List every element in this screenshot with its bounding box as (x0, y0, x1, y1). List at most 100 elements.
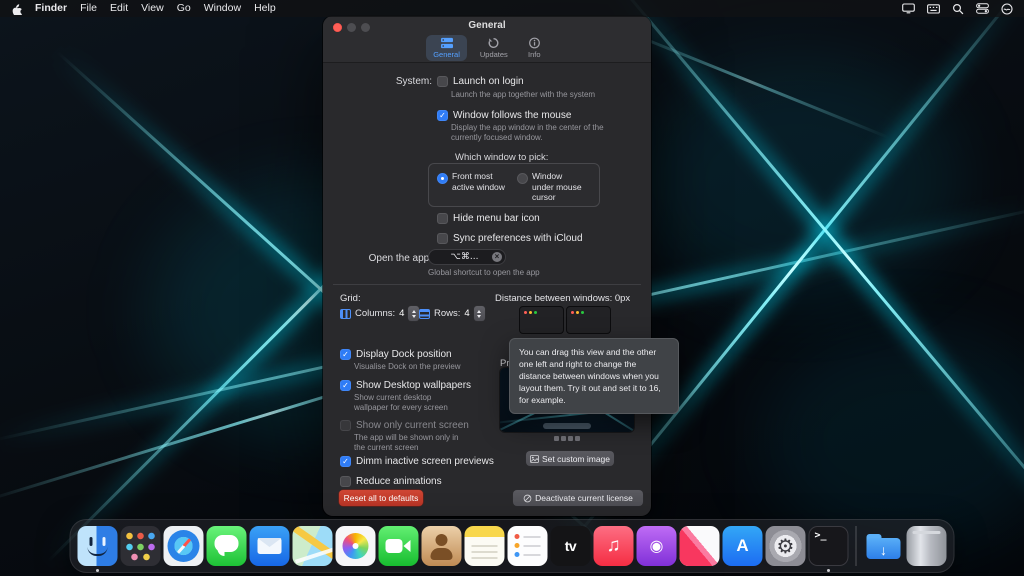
grid-label: Grid: (340, 293, 361, 304)
tab-info[interactable]: Info (521, 35, 548, 61)
launch-on-login-label: Launch on login (453, 76, 524, 87)
rows-stepper[interactable] (473, 306, 485, 321)
keyboard-menu-extra[interactable] (927, 3, 940, 14)
apple-menu[interactable] (11, 2, 22, 15)
dock-icon-facetime[interactable] (378, 526, 419, 566)
preview-dock (543, 423, 591, 429)
dimm-inactive-checkbox[interactable] (340, 456, 351, 467)
dock-icon-safari[interactable] (163, 526, 204, 566)
columns-label: Columns: (355, 308, 396, 319)
reset-defaults-button[interactable]: Reset all to defaults (339, 490, 423, 506)
dock-icon-photos[interactable] (335, 526, 376, 566)
display-menu-extra[interactable] (902, 3, 915, 14)
menu-item-help[interactable]: Help (254, 0, 276, 17)
siri-icon (1001, 2, 1013, 15)
columns-stepper[interactable] (408, 306, 420, 321)
control-center-icon (976, 3, 989, 14)
menu-item-finder[interactable]: Finder (35, 0, 67, 17)
app-store-logo: A (736, 536, 749, 555)
dock-icon-notes[interactable] (464, 526, 505, 566)
sync-icloud-checkbox[interactable] (437, 233, 448, 244)
preferences-window: General General Updates Info System: Lau… (323, 16, 679, 516)
dock-icon-music[interactable]: ♫ (593, 526, 634, 566)
clear-shortcut-button[interactable]: × (492, 252, 502, 262)
image-icon (530, 454, 539, 463)
system-label: System: (395, 76, 432, 87)
dock-icon-mail[interactable] (249, 526, 290, 566)
dock-icon-finder[interactable] (77, 526, 118, 572)
menu-item-file[interactable]: File (80, 0, 97, 17)
rows-stepper-group: Rows: 4 (419, 306, 485, 321)
follows-mouse-checkbox[interactable] (437, 110, 448, 121)
dock-icon-maps[interactable] (292, 526, 333, 566)
menu-item-go[interactable]: Go (177, 0, 191, 17)
dock-icon-system-settings[interactable]: ⚙ (765, 526, 806, 566)
launch-on-login-checkbox[interactable] (437, 76, 448, 87)
page-dot[interactable] (568, 436, 573, 441)
rows-label: Rows: (434, 308, 461, 319)
dimm-inactive-label: Dimm inactive screen previews (356, 456, 494, 467)
follows-mouse-subtitle: Display the app window in the center of … (451, 123, 604, 143)
siri-menu-extra[interactable] (1001, 2, 1013, 15)
toolbar-tabs: General Updates Info (323, 35, 651, 61)
distance-window-right[interactable] (566, 306, 611, 334)
deactivate-license-label: Deactivate current license (535, 493, 633, 503)
dock-icon-downloads[interactable]: ↓ (864, 526, 904, 566)
dock-icon-terminal[interactable]: >_ (808, 526, 849, 572)
spotlight-menu-extra[interactable] (952, 3, 964, 15)
menu-item-window[interactable]: Window (204, 0, 241, 17)
dock-icon-messages[interactable] (206, 526, 247, 566)
page-dot[interactable] (554, 436, 559, 441)
only-current-screen-label: Show only current screen (356, 420, 469, 431)
columns-stepper-group: Columns: 4 (340, 306, 420, 321)
launch-on-login-row: Launch on login (437, 76, 524, 87)
front-most-label: Front most active window (452, 171, 505, 192)
dock-icon-app-store[interactable]: A (722, 526, 763, 566)
tab-updates[interactable]: Updates (473, 35, 515, 61)
dock-icon-reminders[interactable] (507, 526, 548, 566)
dimm-inactive-row: Dimm inactive screen previews (340, 456, 494, 467)
dock-icon-launchpad[interactable] (120, 526, 161, 566)
stepper-up-icon[interactable] (411, 309, 416, 313)
control-center-menu-extra[interactable] (976, 3, 989, 14)
page-dot[interactable] (561, 436, 566, 441)
show-wallpapers-checkbox[interactable] (340, 380, 351, 391)
window-under-radio[interactable] (517, 173, 528, 184)
hide-menu-icon-checkbox[interactable] (437, 213, 448, 224)
terminal-prompt-icon: >_ (814, 530, 827, 541)
distance-window-left[interactable] (519, 306, 564, 334)
deactivate-license-button[interactable]: Deactivate current license (513, 490, 643, 506)
open-app-subtitle: Global shortcut to open the app (428, 268, 540, 277)
stepper-down-icon[interactable] (477, 314, 482, 318)
only-current-screen-checkbox[interactable] (340, 420, 351, 431)
search-icon (952, 3, 964, 14)
tab-general-label: General (433, 50, 460, 59)
menu-item-edit[interactable]: Edit (110, 0, 128, 17)
stepper-down-icon[interactable] (411, 314, 416, 318)
display-dock-checkbox[interactable] (340, 349, 351, 360)
show-wallpapers-row: Show Desktop wallpapers (340, 380, 471, 391)
display-dock-subtitle: Visualise Dock on the preview (354, 362, 461, 371)
wallpaper-glow (760, 330, 1024, 550)
stepper-up-icon[interactable] (477, 309, 482, 313)
front-most-radio[interactable] (437, 173, 448, 184)
menu-item-view[interactable]: View (141, 0, 164, 17)
distance-label: Distance between windows: 0px (495, 293, 631, 304)
set-custom-image-button[interactable]: Set custom image (526, 451, 614, 466)
tab-general[interactable]: General (426, 35, 467, 61)
dock-icon-trash[interactable] (906, 526, 947, 566)
only-current-screen-subtitle: The app will be shown only in the curren… (354, 433, 459, 453)
dock-icon-contacts[interactable] (421, 526, 462, 566)
rows-value: 4 (464, 308, 470, 319)
display-icon (902, 3, 915, 14)
dock-icon-news[interactable] (679, 526, 720, 566)
dock-icon-podcasts[interactable]: ◉ (636, 526, 677, 566)
window-title: General (468, 20, 506, 31)
dock-icon-apple-tv[interactable]: tv (550, 526, 591, 566)
tv-logo: tv (564, 538, 577, 554)
shortcut-recorder[interactable]: ⌥⌘... × (428, 249, 506, 265)
page-dot[interactable] (575, 436, 580, 441)
section-divider (333, 284, 641, 285)
general-tab-icon (440, 37, 453, 49)
reduce-animations-checkbox[interactable] (340, 476, 351, 487)
